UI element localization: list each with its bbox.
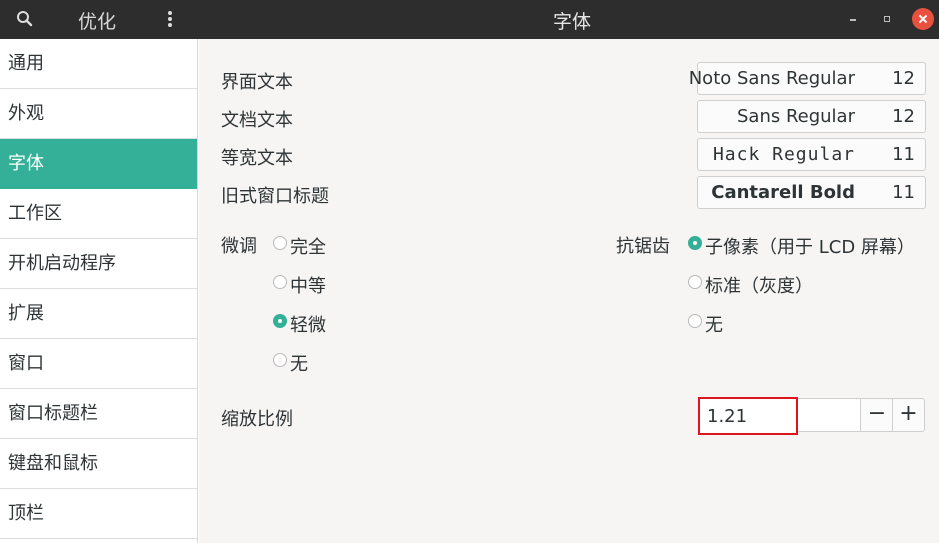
sidebar-item-keyboard-mouse[interactable]: 键盘和鼠标 <box>0 439 197 489</box>
sidebar-item-window-titlebars[interactable]: 窗口标题栏 <box>0 389 197 439</box>
antialiasing-none-label: 无 <box>705 315 723 336</box>
scaling-factor-label: 缩放比例 <box>221 409 293 430</box>
search-icon[interactable] <box>14 9 36 29</box>
sidebar-item-fonts[interactable]: 字体 <box>0 139 197 189</box>
document-font-name: Sans Regular <box>736 106 855 127</box>
monospace-font-button[interactable]: Hack Regular 11 <box>697 138 926 171</box>
sidebar: 通用 外观 字体 工作区 开机启动程序 扩展 窗口 窗口标题栏 键盘和鼠标 顶栏 <box>0 39 198 543</box>
interface-text-label: 界面文本 <box>221 72 293 93</box>
antialiasing-standard-label: 标准（灰度） <box>705 276 813 297</box>
hinting-slight-radio[interactable] <box>273 314 287 328</box>
hinting-full-label: 完全 <box>290 237 326 258</box>
sidebar-item-extensions[interactable]: 扩展 <box>0 289 197 339</box>
legacy-window-title-font-size: 11 <box>892 182 915 203</box>
scaling-factor-field-bg <box>796 398 861 432</box>
hinting-none-label: 无 <box>290 354 308 375</box>
document-font-size: 12 <box>892 106 915 127</box>
antialiasing-subpixel-radio[interactable] <box>688 236 702 250</box>
antialiasing-none-radio[interactable] <box>688 314 702 328</box>
monospace-font-size: 11 <box>892 144 915 165</box>
close-icon[interactable] <box>912 8 934 30</box>
legacy-window-title-font-button[interactable]: Cantarell Bold 11 <box>697 176 926 209</box>
interface-font-size: 12 <box>892 68 915 89</box>
app-title: 优化 <box>78 11 117 33</box>
sidebar-item-workspaces[interactable]: 工作区 <box>0 189 197 239</box>
sidebar-item-windows[interactable]: 窗口 <box>0 339 197 389</box>
minimize-icon[interactable] <box>842 8 864 30</box>
antialiasing-subpixel-label: 子像素（用于 LCD 屏幕） <box>705 237 915 258</box>
document-text-label: 文档文本 <box>221 110 293 131</box>
legacy-window-title-font-name: Cantarell Bold <box>711 182 855 203</box>
hinting-label: 微调 <box>221 236 257 257</box>
document-font-button[interactable]: Sans Regular 12 <box>697 100 926 133</box>
maximize-icon[interactable] <box>876 8 898 30</box>
legacy-window-title-label: 旧式窗口标题 <box>221 186 329 207</box>
monospace-text-label: 等宽文本 <box>221 148 293 169</box>
hinting-medium-label: 中等 <box>290 276 326 297</box>
scaling-factor-value: 1.21 <box>707 406 748 427</box>
interface-font-button[interactable]: Noto Sans Regular 12 <box>689 62 926 95</box>
sidebar-item-top-bar[interactable]: 顶栏 <box>0 489 197 539</box>
hinting-none-radio[interactable] <box>273 353 287 367</box>
page-title: 字体 <box>553 11 592 33</box>
antialiasing-standard-radio[interactable] <box>688 275 702 289</box>
hinting-slight-label: 轻微 <box>290 315 326 336</box>
fonts-panel: 界面文本 Noto Sans Regular 12 文档文本 Sans Regu… <box>199 39 939 543</box>
interface-font-name: Noto Sans Regular <box>688 68 855 89</box>
decrease-scaling-button[interactable]: − <box>860 398 893 432</box>
monospace-font-name: Hack Regular <box>712 144 855 165</box>
sidebar-item-general[interactable]: 通用 <box>0 39 197 89</box>
hinting-full-radio[interactable] <box>273 236 287 250</box>
increase-scaling-button[interactable]: + <box>892 398 925 432</box>
antialiasing-label: 抗锯齿 <box>616 236 670 257</box>
sidebar-item-startup-apps[interactable]: 开机启动程序 <box>0 239 197 289</box>
kebab-menu-icon[interactable] <box>160 8 180 30</box>
header-bar: 优化 字体 <box>0 0 939 39</box>
sidebar-item-appearance[interactable]: 外观 <box>0 89 197 139</box>
scaling-factor-input[interactable]: 1.21 <box>698 397 798 435</box>
hinting-medium-radio[interactable] <box>273 275 287 289</box>
